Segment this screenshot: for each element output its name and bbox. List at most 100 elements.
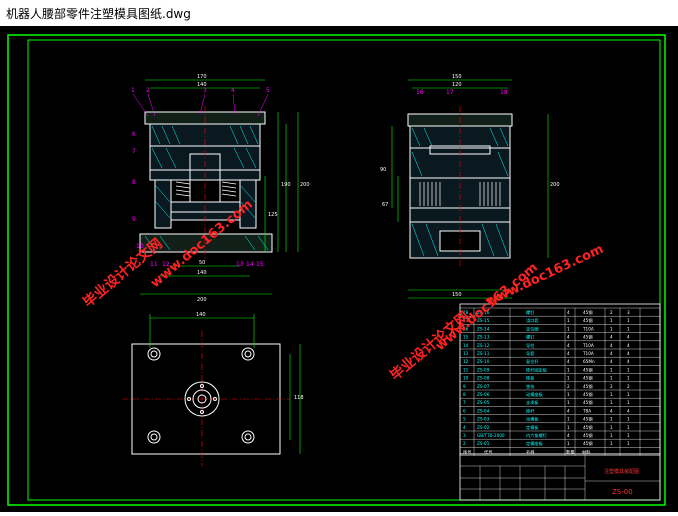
bom-row-code: ZS-02 — [477, 425, 490, 430]
bom-row-no: 12 — [463, 359, 469, 364]
dim-front-h2: 190 — [281, 182, 291, 188]
dim-side-h1: 90 — [380, 167, 386, 173]
bom-row-material: 45钢 — [583, 317, 593, 324]
bom-row-b: 1 — [627, 441, 630, 446]
dim-side-h3: 200 — [550, 182, 560, 188]
bom-row-code: ZS-05 — [477, 400, 490, 405]
bom-row-b: 1 — [627, 417, 630, 422]
bom-row-no: 7 — [463, 400, 466, 405]
bom-row-code: ZS-08 — [477, 376, 490, 381]
bom-row-a: 1 — [610, 417, 613, 422]
svg-text:8: 8 — [132, 179, 136, 186]
bom-row-b: 1 — [627, 376, 630, 381]
dim-front-h1: 125 — [268, 212, 278, 218]
dim-side-bottom: 150 — [452, 292, 462, 298]
bom-row-a: 1 — [610, 441, 613, 446]
bom-row-a: 4 — [610, 351, 613, 356]
bom-row-name: 动模座板 — [526, 391, 544, 398]
bom-row-name: 定位圈 — [526, 325, 539, 332]
balloon-17: 17 — [446, 89, 454, 96]
bom-row-name: 垫块 — [526, 383, 535, 390]
bom-row-b: 4 — [627, 408, 630, 413]
watermark-url-2: www.doc163.com — [433, 260, 541, 354]
bom-row-a: 1 — [610, 433, 613, 438]
bom-row-code: ZS-11 — [477, 351, 490, 356]
bom-row-no: 8 — [463, 392, 466, 397]
bom-row-name: 推杆 — [526, 407, 535, 414]
svg-text:6: 6 — [132, 131, 136, 138]
dim-front-bottom: 200 — [197, 297, 207, 303]
bom-row-no: 14 — [463, 343, 469, 348]
bom-row-material: 45钢 — [583, 383, 593, 390]
bom-row-material: 45钢 — [583, 440, 593, 447]
bom-row-code: GB/T70-2000 — [477, 433, 505, 438]
window-title-bar: 机器人腰部零件注塑模具图纸.dwg — [0, 0, 678, 26]
drawing-number: ZS-00 — [612, 488, 633, 496]
bom-row-name: 动模板 — [526, 416, 539, 423]
title-block-name: 注塑模具装配图 — [604, 468, 639, 475]
svg-text:4: 4 — [231, 87, 235, 94]
bom-row-b: 1 — [627, 318, 630, 323]
balloon-16: 16 — [416, 89, 424, 96]
cad-drawing: 170 140 200 50 140 125 190 200 1 2 3 4 5… — [7, 34, 666, 506]
bom-row-name: 支承板 — [526, 399, 539, 406]
svg-text:3: 3 — [203, 87, 207, 94]
bom-row-no: 6 — [463, 408, 466, 413]
bom-row-a: 4 — [610, 343, 613, 348]
bom-row-no: 2 — [463, 441, 466, 446]
bom-row-name: 内六角螺钉 — [526, 432, 548, 439]
bom-row-b: 2 — [627, 384, 630, 389]
bom-row-qty: 1 — [567, 400, 570, 405]
bom-row-b: 1 — [627, 433, 630, 438]
bom-row-code: ZS-01 — [477, 441, 490, 446]
bom-row-b: 1 — [627, 367, 630, 372]
bom-row-code: ZS-06 — [477, 392, 490, 397]
bom-row-a: 2 — [610, 310, 613, 315]
bom-row-code: ZS-12 — [477, 343, 490, 348]
bom-row-qty: 2 — [567, 384, 570, 389]
dim-front-inner2: 140 — [197, 270, 207, 276]
bom-row-qty: 1 — [567, 441, 570, 446]
bom-row-a: 1 — [610, 392, 613, 397]
svg-text:9: 9 — [132, 216, 136, 223]
bom-row-qty: 1 — [567, 392, 570, 397]
bom-row-b: 1 — [627, 392, 630, 397]
bom-row-material: T10A — [582, 326, 594, 331]
bom-row-qty: 4 — [567, 310, 570, 315]
bom-row-b: 4 — [627, 359, 630, 364]
dim-side-h2: 67 — [382, 202, 388, 208]
window-title: 机器人腰部零件注塑模具图纸.dwg — [6, 7, 191, 21]
bom-row-code: ZS-10 — [477, 359, 490, 364]
bom-row-no: 3 — [463, 433, 466, 438]
bom-row-b: 1 — [627, 425, 630, 430]
bom-row-qty: 1 — [567, 318, 570, 323]
svg-text:1: 1 — [131, 87, 135, 94]
dim-side-top: 150 — [452, 74, 462, 80]
bom-row-a: 4 — [610, 408, 613, 413]
bom-row-name: 导套 — [526, 350, 535, 357]
bom-row-material: 45钢 — [583, 416, 593, 423]
bom-row-code: ZS-04 — [477, 408, 490, 413]
bom-row-material: 45钢 — [583, 391, 593, 398]
bom-row-name: 螺钉 — [526, 309, 535, 316]
bom-row-code: ZS-14 — [477, 326, 490, 331]
bom-row-a: 2 — [610, 384, 613, 389]
bom-row-a: 1 — [610, 367, 613, 372]
watermark-cn-1: 毕业设计论文网 — [80, 235, 166, 311]
bom-row-name: 定模板 — [526, 424, 539, 431]
svg-text:15: 15 — [256, 261, 264, 268]
svg-text:5: 5 — [266, 87, 270, 94]
bom-row-b: 4 — [627, 335, 630, 340]
bom-row-material: 45钢 — [583, 399, 593, 406]
bom-row-a: 1 — [610, 318, 613, 323]
bom-row-a: 4 — [610, 359, 613, 364]
bom-row-qty: 1 — [567, 367, 570, 372]
bom-row-code: ZS-03 — [477, 417, 490, 422]
dim-side-top2: 120 — [452, 82, 462, 88]
title-block: 注塑模具装配图 ZS-00 — [459, 453, 661, 501]
drawing-canvas[interactable]: 170 140 200 50 140 125 190 200 1 2 3 4 5… — [0, 26, 678, 512]
bom-row-material: 45钢 — [583, 375, 593, 382]
bom-row-qty: 4 — [567, 359, 570, 364]
svg-text:11: 11 — [150, 261, 158, 268]
bom-row-qty: 4 — [567, 335, 570, 340]
